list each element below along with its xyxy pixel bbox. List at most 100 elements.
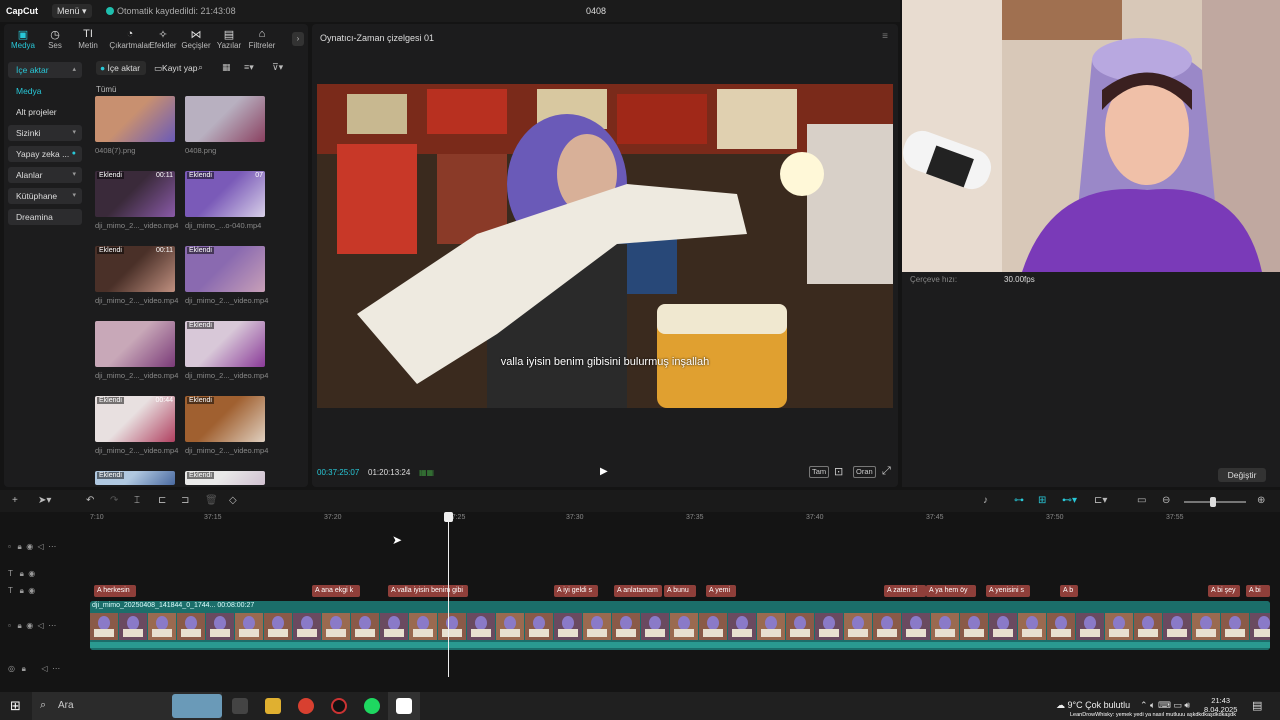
tabs-scroll-right[interactable]: › (292, 32, 304, 46)
split-icon[interactable]: ⌶ (134, 495, 140, 506)
tab-transitions[interactable]: ⋈ Geçişler (179, 28, 213, 50)
tray-icons[interactable]: ⌃ 🔈︎ ⌨ ▭ 🔊︎ (1140, 700, 1190, 711)
nav-spaces[interactable]: Alanlar ▾ (8, 167, 82, 183)
audio-icon[interactable]: ◁ (41, 664, 47, 673)
weather-widget[interactable]: ☁ 9°C Çok bulutlu (1056, 700, 1130, 711)
more-icon[interactable]: ⋯ (48, 542, 56, 551)
text-clip[interactable]: A b (1060, 585, 1078, 597)
change-button[interactable]: Değiştir (1218, 468, 1266, 482)
text-clip[interactable]: A ana ekgi k (312, 585, 360, 597)
record-button[interactable]: ▭Kayıt yap (150, 61, 201, 75)
trim-right-icon[interactable]: ⊐ (181, 495, 189, 506)
media-item[interactable]: Eklendi 07 dji_mimo_...o-040.mp4 (185, 171, 265, 230)
aspect-ratio-button[interactable]: Oran (853, 466, 876, 478)
file-explorer-icon[interactable] (265, 698, 281, 714)
text-clip[interactable]: A herkesin (94, 585, 136, 597)
media-item[interactable]: Eklendi dji_mimo_2..._video.mp4 (185, 246, 268, 305)
text-clip[interactable]: A ya hem öy (926, 585, 976, 597)
text-clip[interactable]: A bi şey (1208, 585, 1240, 597)
nav-library[interactable]: Kütüphane ▾ (8, 188, 82, 204)
media-item[interactable]: Eklendi 00:11 dji_mimo_2..._video.mp4 (95, 246, 178, 305)
search-icon[interactable]: ⌕ (198, 62, 203, 73)
more-icon[interactable]: ⋯ (48, 621, 56, 630)
text-clip[interactable]: A valla iyisin benim gibi (388, 585, 468, 597)
zoom-slider-handle[interactable] (1210, 497, 1216, 507)
zoom-out-icon[interactable]: ⊖ (1162, 495, 1170, 506)
menu-button[interactable]: Menü ▾ (52, 4, 92, 18)
media-item[interactable]: Eklendi dji_mimo_2..._video.mp4 (185, 396, 268, 455)
text-clip[interactable]: A bunu (664, 585, 696, 597)
captions-view-icon[interactable]: ⊏▾ (1094, 495, 1107, 506)
text-clip[interactable]: A iyi geldi s (554, 585, 598, 597)
lock-icon[interactable]: 🔒︎ (22, 664, 26, 673)
task-view-icon[interactable] (232, 698, 248, 714)
media-item[interactable]: Eklendi dji_mimo_2..._video.mp4 (185, 321, 268, 380)
link-icon[interactable]: ⊶ (1014, 495, 1024, 506)
lock-icon[interactable]: 🔒︎ (20, 569, 24, 578)
eye-icon[interactable]: ◉ (28, 586, 35, 595)
spotify-icon[interactable] (364, 698, 380, 714)
eye-icon[interactable]: ◉ (28, 569, 35, 578)
cover-icon[interactable]: ▫ (8, 542, 11, 551)
select-tool-icon[interactable]: ➤▾ (38, 495, 51, 506)
filter-icon[interactable]: ⊽▾ (272, 62, 283, 73)
snapshot-icon[interactable]: ⊡ (834, 465, 843, 478)
trim-left-icon[interactable]: ⊏ (158, 495, 166, 506)
nav-import[interactable]: İçe aktar ▴ (8, 62, 82, 78)
fit-icon[interactable]: ▭ (1137, 495, 1146, 506)
media-item[interactable]: 0408(7).png (95, 96, 175, 155)
media-item[interactable]: Eklendi 00:11 dji_mimo_2..._video.mp4 (95, 171, 178, 230)
microphone-icon[interactable]: ♪ (983, 495, 988, 506)
audio-icon[interactable]: ◁ (38, 542, 44, 551)
nav-dreamina[interactable]: Dreamina (8, 209, 82, 225)
playhead-handle[interactable] (444, 512, 453, 522)
play-button[interactable]: ▶ (600, 466, 608, 477)
delete-icon[interactable]: 🗑 (205, 495, 218, 506)
chrome-icon[interactable] (298, 698, 314, 714)
video-clip[interactable]: dji_mimo_20250408_141844_0_1744... 00:08… (90, 601, 1270, 650)
grid-view-icon[interactable]: ▦ (222, 62, 231, 73)
playhead[interactable] (448, 512, 449, 677)
obs-icon[interactable] (331, 698, 347, 714)
media-item[interactable]: 0408.png (185, 96, 265, 155)
undo-icon[interactable]: ↶ (86, 495, 94, 506)
tab-filters[interactable]: ⌂ Filtreler (245, 28, 279, 50)
lock-icon[interactable]: 🔒︎ (18, 542, 22, 551)
notifications-icon[interactable]: ▤ (1252, 699, 1262, 712)
tab-effects[interactable]: ✧ Efektler (146, 28, 180, 50)
lock-icon[interactable]: 🔒︎ (20, 586, 24, 595)
snap-icon[interactable]: ⊞ (1038, 495, 1046, 506)
text-clip[interactable]: A bi (1246, 585, 1270, 597)
zoom-in-icon[interactable]: ⊕ (1257, 495, 1265, 506)
tab-captions[interactable]: ▤ Yazılar (212, 28, 246, 50)
text-clip[interactable]: A zaten si (884, 585, 926, 597)
timeline-ruler[interactable]: 7:10 37:15 37:20 |37:25 37:30 37:35 37:40 37:45… (90, 512, 1280, 524)
marker-icon[interactable]: ◇ (229, 495, 237, 506)
media-item[interactable]: Eklendi 00:44 dji_mimo_2..._video.mp4 (95, 396, 178, 455)
tab-text[interactable]: TI Metin (71, 28, 105, 50)
import-button[interactable]: ● İçe aktar (96, 61, 147, 75)
nav-subprojects[interactable]: Alt projeler (8, 104, 82, 120)
nav-ai[interactable]: Yapay zeka ... ● (8, 146, 82, 162)
fullscreen-icon[interactable]: ⤢ (882, 465, 891, 478)
more-icon[interactable]: ⋯ (52, 664, 60, 673)
preview-axis-icon[interactable]: ⊷▾ (1062, 495, 1077, 506)
tab-media[interactable]: ▣ Medya (6, 28, 40, 50)
sort-icon[interactable]: ≡▾ (244, 62, 254, 73)
text-clip[interactable]: A yenisini s (986, 585, 1030, 597)
tab-audio[interactable]: ◷ Ses (38, 28, 72, 50)
media-item[interactable]: Eklendi (185, 471, 265, 485)
lock-icon[interactable]: 🔒︎ (18, 621, 22, 630)
text-clip[interactable]: A anlatamam (614, 585, 662, 597)
windows-start-icon[interactable]: ⊞ (10, 698, 21, 714)
eye-icon[interactable]: ◉ (26, 621, 33, 630)
redo-icon[interactable]: ↷ (110, 495, 118, 506)
media-item[interactable]: Eklendi (95, 471, 175, 485)
media-item[interactable]: dji_mimo_2..._video.mp4 (95, 321, 178, 380)
cover-icon[interactable]: ▫ (8, 621, 11, 630)
text-clip[interactable]: A yemi (706, 585, 736, 597)
add-icon[interactable]: + (12, 495, 18, 506)
fullscreen-mode-button[interactable]: Tam (809, 466, 830, 478)
video-preview[interactable]: valla iyisin benim gibisini bulurmuş inş… (317, 84, 893, 408)
nav-yours[interactable]: Sizinki ▾ (8, 125, 82, 141)
